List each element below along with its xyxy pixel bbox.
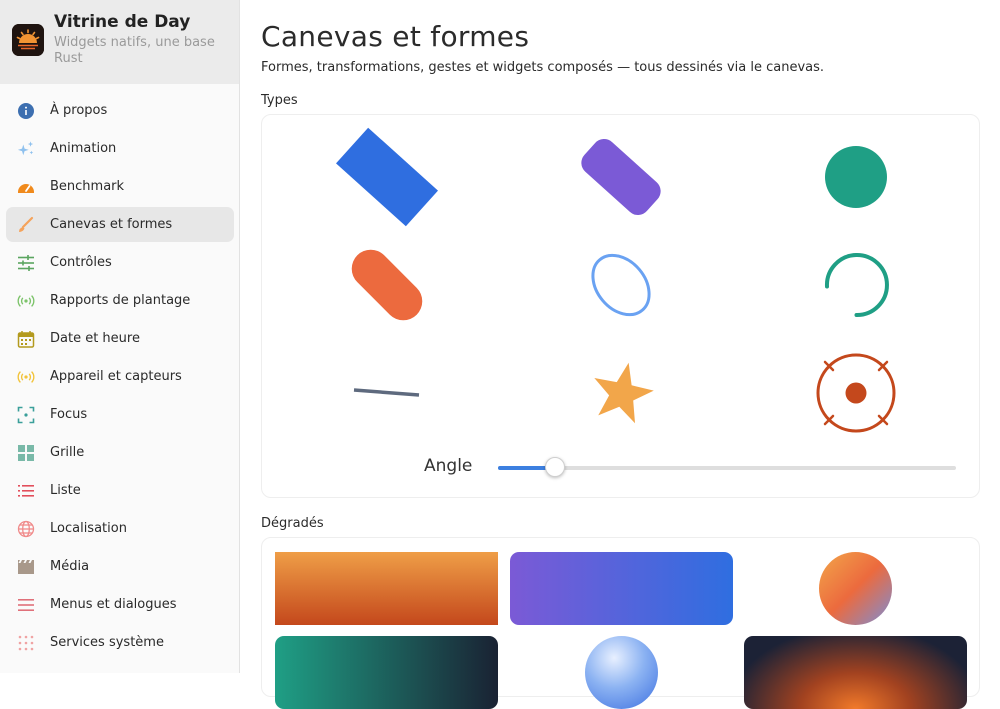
- sensor-icon: [17, 368, 35, 386]
- sidebar-item-appareil-et-capteurs[interactable]: Appareil et capteurs: [6, 359, 234, 394]
- grid-icon: [17, 444, 35, 462]
- angle-slider[interactable]: [498, 457, 956, 477]
- sidebar-item-label: Contrôles: [50, 255, 112, 270]
- sidebar-nav: À propos Animation Benchmark Canevas et …: [0, 93, 240, 663]
- sidebar-item-rapports-de-plantage[interactable]: Rapports de plantage: [6, 283, 234, 318]
- sidebar-item-label: Animation: [50, 141, 117, 156]
- sidebar-item-label: Benchmark: [50, 179, 125, 194]
- sidebar-item-media[interactable]: Média: [6, 549, 234, 584]
- sparkles-icon: [17, 140, 35, 158]
- shapes-card: Angle: [261, 114, 980, 498]
- sidebar-header: Vitrine de Day Widgets natifs, une base …: [0, 0, 239, 84]
- dots-grid-icon: [17, 634, 35, 652]
- gauge-icon: [17, 178, 35, 196]
- main-content: Canevas et formes Formes, transformation…: [241, 0, 1000, 709]
- sidebar-item-label: Menus et dialogues: [50, 597, 177, 612]
- section-label-types: Types: [261, 93, 298, 108]
- clapper-icon: [17, 558, 35, 576]
- sidebar-item-label: Focus: [50, 407, 88, 422]
- section-label-gradients: Dégradés: [261, 516, 324, 531]
- sidebar-item-liste[interactable]: Liste: [6, 473, 234, 508]
- sidebar-item-controles[interactable]: Contrôles: [6, 245, 234, 280]
- shape-star: [507, 341, 737, 449]
- gradient-linear-horizontal-rounded: [510, 552, 733, 625]
- gradient-circle-diagonal: [819, 552, 892, 625]
- angle-label: Angle: [424, 456, 473, 476]
- angle-slider-thumb[interactable]: [545, 457, 566, 477]
- list-icon: [17, 482, 35, 500]
- sidebar-item-label: Appareil et capteurs: [50, 369, 182, 384]
- sidebar-item-label: Média: [50, 559, 90, 574]
- sunset-icon: [12, 24, 44, 56]
- sidebar-item-date-et-heure[interactable]: Date et heure: [6, 321, 234, 356]
- app-subtitle: Widgets natifs, une base Rust: [54, 35, 215, 66]
- page-title: Canevas et formes: [261, 20, 530, 53]
- app-title: Vitrine de Day: [54, 12, 191, 32]
- shape-arc: [742, 233, 972, 341]
- sidebar-item-label: Date et heure: [50, 331, 140, 346]
- shape-target-composite: [742, 341, 972, 449]
- shape-rounded-rectangle: [507, 125, 737, 233]
- shape-ellipse-outline: [507, 233, 737, 341]
- sidebar-item-label: À propos: [50, 103, 108, 118]
- globe-icon: [17, 520, 35, 538]
- focus-icon: [17, 406, 35, 424]
- broadcast-icon: [17, 292, 35, 310]
- sidebar-item-label: Canevas et formes: [50, 217, 173, 232]
- sidebar-item-focus[interactable]: Focus: [6, 397, 234, 432]
- gradients-card: [261, 537, 980, 709]
- sidebar-item-services-systeme[interactable]: Services système: [6, 625, 234, 660]
- sidebar-item-animation[interactable]: Animation: [6, 131, 234, 166]
- sidebar-item-canevas-et-formes[interactable]: Canevas et formes: [6, 207, 234, 242]
- calendar-icon: [17, 330, 35, 348]
- page-description: Formes, transformations, gestes et widge…: [261, 60, 825, 75]
- brush-icon: [17, 216, 35, 234]
- sidebar-item-menus-et-dialogues[interactable]: Menus et dialogues: [6, 587, 234, 622]
- shape-rectangle: [272, 125, 502, 233]
- sidebar-item-benchmark[interactable]: Benchmark: [6, 169, 234, 204]
- sidebar-item-label: Services système: [50, 635, 164, 650]
- shape-line: [272, 341, 502, 449]
- sidebar-item-grille[interactable]: Grille: [6, 435, 234, 470]
- menu-icon: [17, 596, 35, 614]
- sidebar-item-localisation[interactable]: Localisation: [6, 511, 234, 546]
- sliders-icon: [17, 254, 35, 272]
- sidebar-item-label: Liste: [50, 483, 81, 498]
- info-icon: [17, 102, 35, 120]
- sidebar-item-label: Localisation: [50, 521, 127, 536]
- sidebar-item-label: Rapports de plantage: [50, 293, 191, 308]
- sidebar-item-label: Grille: [50, 445, 85, 460]
- shape-circle: [742, 125, 972, 233]
- sidebar-item-a-propos[interactable]: À propos: [6, 93, 234, 128]
- sidebar: Vitrine de Day Widgets natifs, une base …: [0, 0, 240, 673]
- shape-capsule: [272, 233, 502, 341]
- gradient-linear-vertical: [275, 552, 498, 625]
